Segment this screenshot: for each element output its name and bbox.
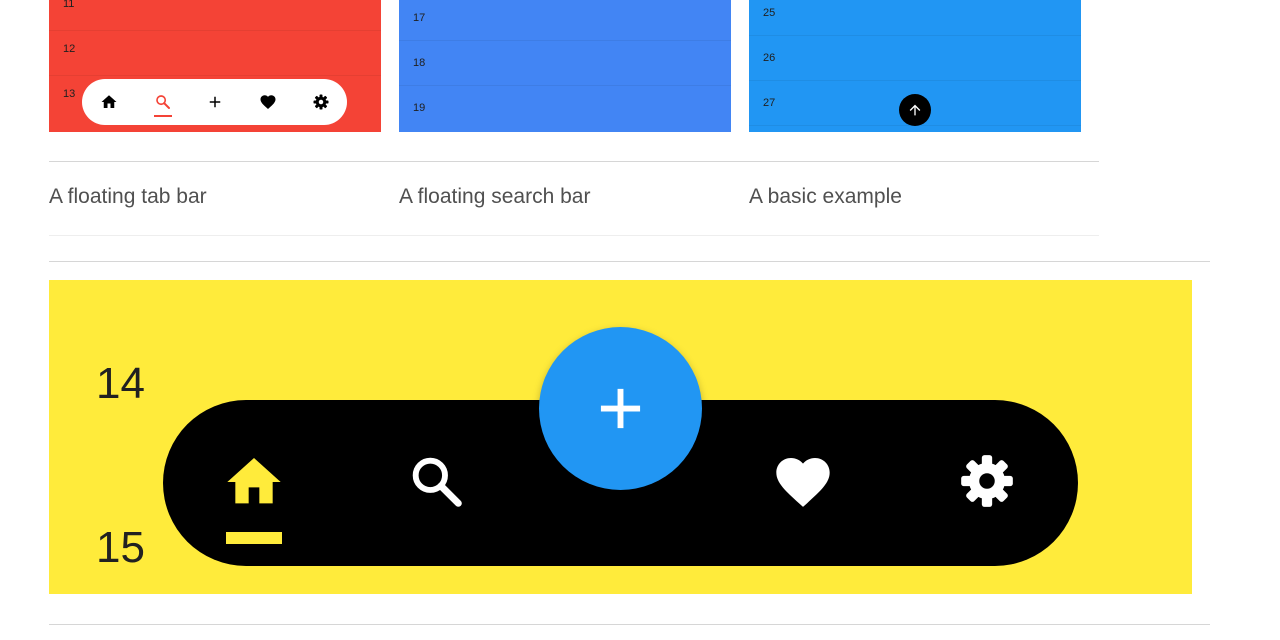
- list-item-number: 11: [63, 0, 75, 10]
- divider: [49, 235, 1099, 236]
- basic-example-preview[interactable]: 25 26 27: [749, 0, 1081, 132]
- list-item-number: 18: [413, 57, 426, 69]
- list-item-number: 17: [413, 12, 426, 24]
- home-icon[interactable]: [222, 450, 286, 514]
- floating-search-bar-preview[interactable]: 17 18 19: [399, 0, 731, 132]
- card-title[interactable]: A basic example: [749, 185, 902, 209]
- featured-example-preview[interactable]: 14 15: [49, 280, 1192, 594]
- list-item-number: 25: [763, 7, 776, 19]
- divider: [49, 161, 1099, 162]
- arrow-up-icon: [909, 104, 921, 116]
- row-divider: [49, 30, 381, 31]
- plus-icon[interactable]: [206, 93, 224, 111]
- search-icon[interactable]: [405, 450, 469, 514]
- list-item-number: 12: [63, 43, 76, 55]
- list-item-number: 26: [763, 52, 776, 64]
- row-divider: [49, 75, 381, 76]
- list-item-number: 15: [96, 523, 145, 572]
- gear-icon[interactable]: [956, 450, 1018, 512]
- list-item-number: 19: [413, 102, 426, 114]
- add-button[interactable]: [539, 327, 702, 490]
- plus-icon: [600, 388, 641, 429]
- active-tab-indicator: [226, 532, 282, 544]
- section-divider: [49, 261, 1210, 262]
- section-divider: [49, 624, 1210, 625]
- list-item-number: 27: [763, 97, 776, 109]
- active-tab-indicator: [154, 115, 172, 117]
- mini-tab-bar: [82, 79, 347, 125]
- search-icon[interactable]: [154, 93, 172, 111]
- card-title[interactable]: A floating search bar: [399, 185, 590, 209]
- row-divider: [399, 40, 731, 41]
- home-icon[interactable]: [100, 93, 118, 111]
- list-item-number: 13: [63, 88, 76, 100]
- row-divider: [749, 80, 1081, 81]
- card-title[interactable]: A floating tab bar: [49, 185, 207, 209]
- list-item-number: 14: [96, 359, 145, 408]
- row-divider: [749, 35, 1081, 36]
- row-divider: [399, 85, 731, 86]
- floating-tab-bar-preview[interactable]: 11 12 13: [49, 0, 381, 132]
- heart-icon[interactable]: [259, 93, 277, 111]
- scroll-to-top-button[interactable]: [899, 94, 931, 126]
- heart-icon[interactable]: [771, 450, 835, 514]
- gear-icon[interactable]: [312, 93, 330, 111]
